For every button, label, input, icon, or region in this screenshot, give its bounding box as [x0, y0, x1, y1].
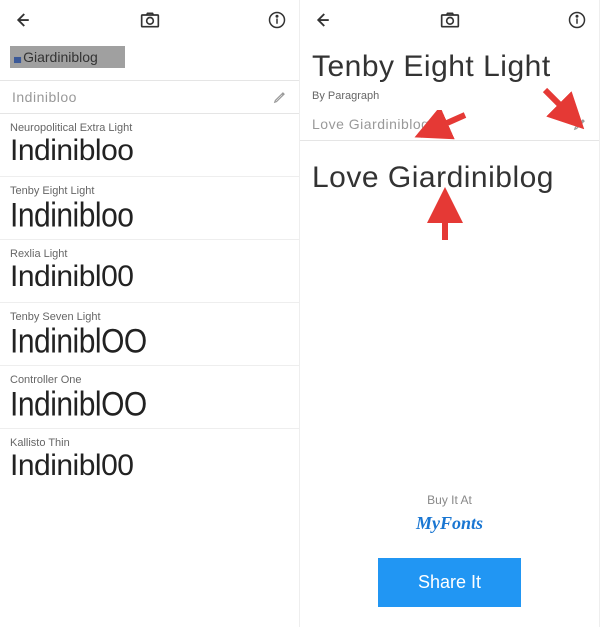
buy-area: Buy It At MyFonts Share It — [300, 493, 599, 627]
edit-icon[interactable] — [273, 90, 287, 104]
font-author: By Paragraph — [300, 90, 599, 108]
font-item[interactable]: Rexlia Light Indinibl00 — [0, 240, 299, 303]
font-item[interactable]: Tenby Seven Light IndiniblOO — [0, 303, 299, 366]
back-icon[interactable] — [312, 10, 332, 30]
logo-text: Giardiniblog — [23, 49, 98, 65]
edit-icon[interactable] — [573, 117, 587, 131]
font-item[interactable]: Tenby Eight Light Indinibloo — [0, 177, 299, 240]
header-right — [300, 0, 599, 40]
camera-icon[interactable] — [140, 10, 160, 30]
font-preview: Love Giardiniblog — [300, 141, 599, 215]
font-sample: Indinibloo — [10, 199, 289, 234]
share-button[interactable]: Share It — [378, 558, 521, 607]
font-name-label: Kallisto Thin — [10, 437, 289, 449]
font-sample: Indinibloo — [10, 136, 289, 166]
font-title: Tenby Eight Light — [300, 40, 599, 90]
info-icon[interactable] — [567, 10, 587, 30]
right-pane: Tenby Eight Light By Paragraph Love Giar… — [300, 0, 600, 627]
sample-input-row: Love Giardiniblog — [300, 108, 599, 141]
font-item[interactable]: Neuropolitical Extra Light Indinibloo — [0, 114, 299, 177]
sample-input[interactable]: Love Giardiniblog — [312, 116, 573, 132]
left-pane: ▄ Giardiniblog Indinibloo Neuropolitical… — [0, 0, 300, 627]
back-icon[interactable] — [12, 10, 32, 30]
font-name-label: Controller One — [10, 374, 289, 386]
font-name-label: Rexlia Light — [10, 248, 289, 260]
camera-icon[interactable] — [440, 10, 460, 30]
font-name-label: Neuropolitical Extra Light — [10, 122, 289, 134]
font-name-label: Tenby Eight Light — [10, 185, 289, 197]
font-sample: IndiniblOO — [10, 325, 289, 360]
logo-mark: ▄ — [14, 52, 21, 63]
font-sample: IndiniblOO — [10, 388, 289, 423]
info-icon[interactable] — [267, 10, 287, 30]
font-item[interactable]: Kallisto Thin Indinibl00 — [0, 429, 299, 491]
sample-input-row: Indinibloo — [0, 80, 299, 114]
sample-input[interactable]: Indinibloo — [12, 89, 273, 105]
font-item[interactable]: Controller One IndiniblOO — [0, 366, 299, 429]
font-sample: Indinibl00 — [10, 451, 289, 481]
header-left — [0, 0, 299, 40]
logo-badge: ▄ Giardiniblog — [10, 46, 125, 68]
font-sample: Indinibl00 — [10, 262, 289, 292]
buy-label: Buy It At — [300, 493, 599, 507]
font-name-label: Tenby Seven Light — [10, 311, 289, 323]
vendor-link[interactable]: MyFonts — [300, 513, 599, 534]
